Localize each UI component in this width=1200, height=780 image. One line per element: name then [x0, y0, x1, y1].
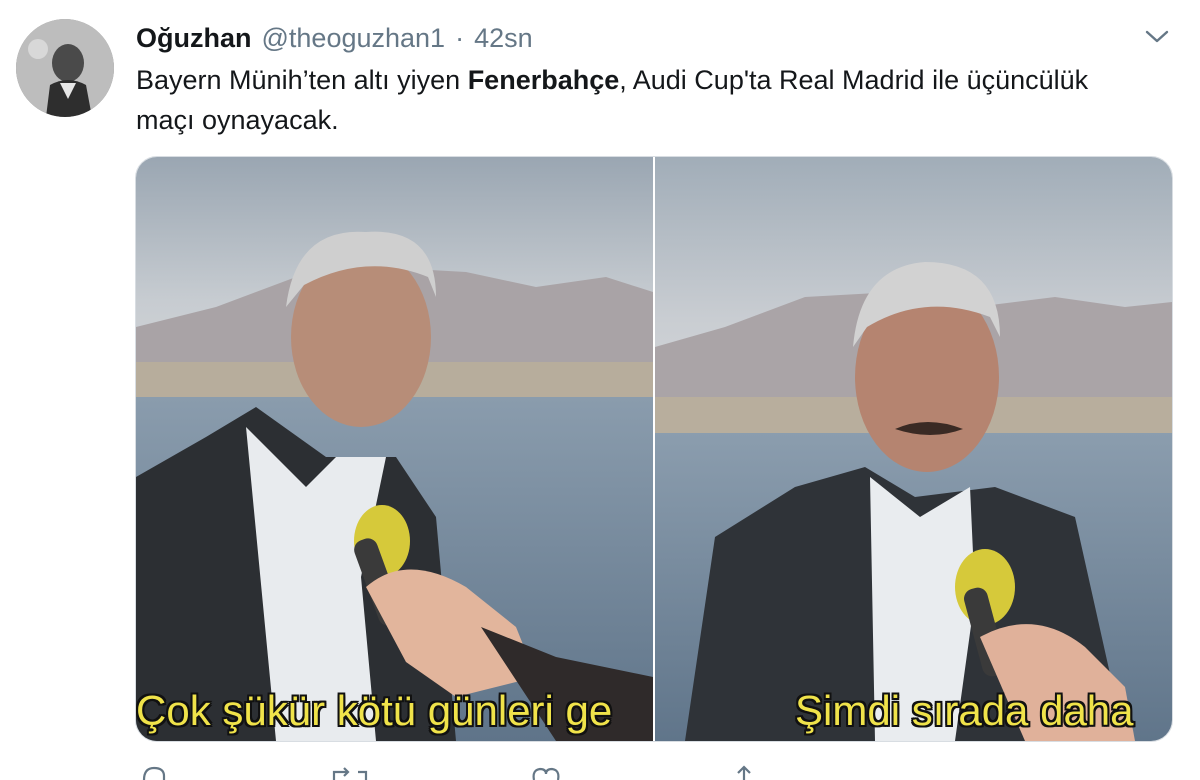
- right-subtitle: Şimdi sırada daha: [795, 687, 1134, 734]
- tweet-text-part1: Bayern Münih’ten altı yiyen: [136, 65, 468, 95]
- reply-icon[interactable]: [140, 764, 168, 780]
- author-display-name[interactable]: Oğuzhan: [136, 23, 252, 54]
- separator-dot: ·: [455, 22, 465, 53]
- media-image-left[interactable]: Çok şükür kötü günleri ge: [136, 157, 653, 741]
- tweet-menu-button[interactable]: [1140, 22, 1174, 52]
- left-photo: [136, 157, 653, 741]
- left-subtitle: Çok şükür kötü günleri ge: [136, 687, 613, 734]
- chevron-down-icon: [1145, 30, 1169, 43]
- tweet-text-bold[interactable]: Fenerbahçe: [468, 65, 620, 95]
- tweet-media[interactable]: Çok şükür kötü günleri ge Şimdi sırada d…: [135, 156, 1173, 742]
- tweet-text: Bayern Münih’ten altı yiyen Fenerbahçe, …: [136, 60, 1146, 140]
- tweet-author-row: Oğuzhan @theoguzhan1 · 42sn: [136, 20, 533, 56]
- tweet-timestamp[interactable]: 42sn: [474, 23, 533, 54]
- right-photo: [655, 157, 1172, 741]
- avatar[interactable]: [16, 19, 114, 117]
- media-image-right[interactable]: Şimdi sırada daha: [655, 157, 1172, 741]
- avatar-photo: [16, 19, 114, 117]
- share-icon[interactable]: [730, 764, 758, 780]
- tweet-actions: [130, 764, 830, 780]
- retweet-icon[interactable]: [330, 764, 370, 780]
- author-handle[interactable]: @theoguzhan1: [262, 23, 446, 54]
- heart-icon[interactable]: [530, 764, 562, 780]
